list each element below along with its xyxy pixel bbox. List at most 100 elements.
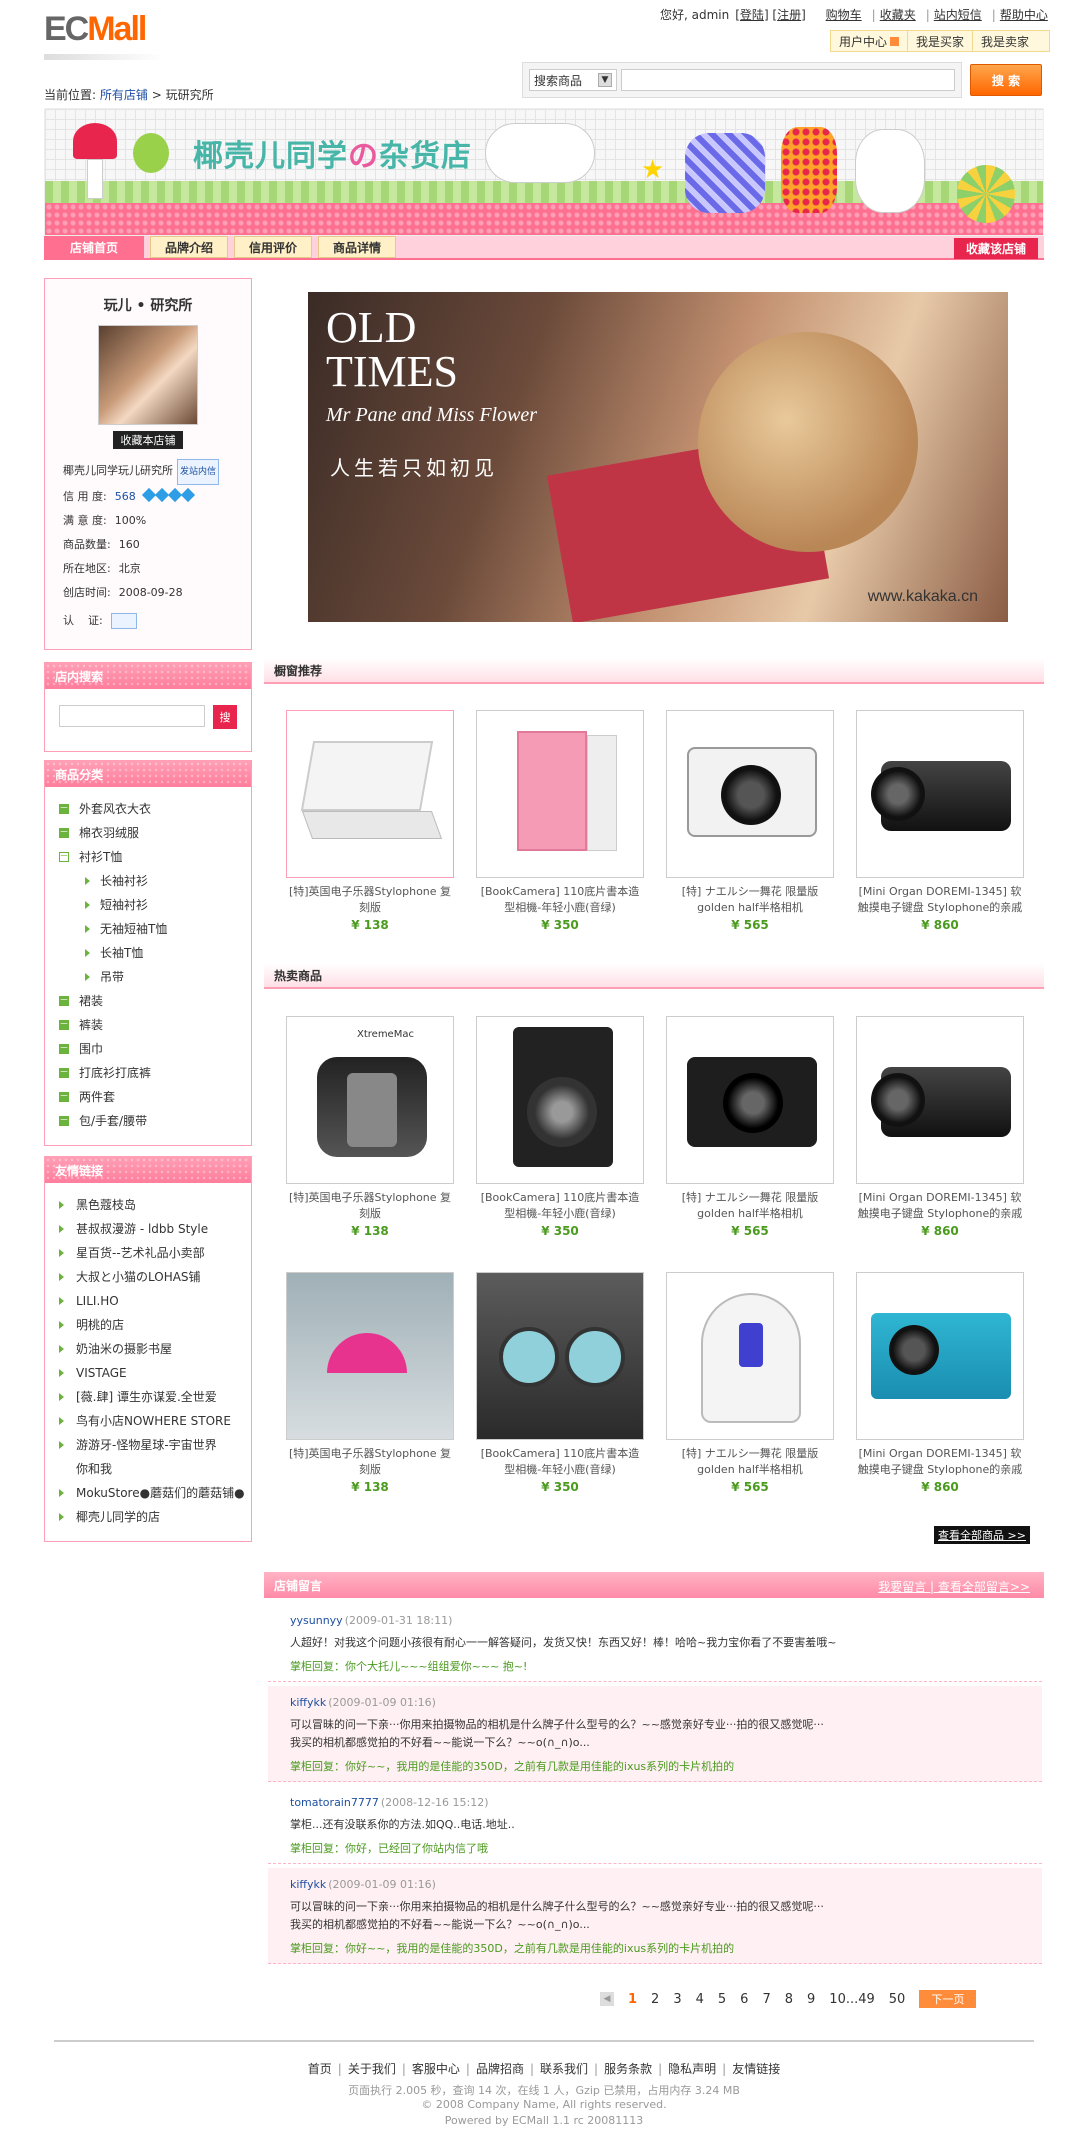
category-item[interactable]: －两件套 bbox=[45, 1085, 251, 1109]
product-image[interactable] bbox=[286, 1272, 454, 1440]
product-image[interactable]: XtremeMac bbox=[286, 1016, 454, 1184]
friend-link-item[interactable]: [薇.肆] 谭生亦谋爱.全世爱 bbox=[45, 1385, 251, 1409]
subcategory-item[interactable]: 短袖衬衫 bbox=[45, 893, 251, 917]
product-name[interactable]: [Mini Organ DOREMI-1345] 软触摸电子键盘 Styloph… bbox=[856, 884, 1024, 916]
friend-link-item[interactable]: 游游牙-怪物星球-宇宙世界 bbox=[45, 1433, 251, 1457]
page-link[interactable]: 7 bbox=[762, 1992, 770, 2007]
next-page-button[interactable]: 下一页 bbox=[919, 1990, 977, 2008]
tab-goods[interactable]: 商品详情 bbox=[318, 236, 397, 258]
footer-link[interactable]: 友情链接 bbox=[732, 2062, 780, 2076]
promo-slide[interactable]: OLD TIMES Mr Pane and Miss Flower 人生若只如初见… bbox=[308, 292, 1008, 622]
messages-link[interactable]: 站内短信 bbox=[934, 8, 982, 22]
friend-link-item[interactable]: LILI.HO bbox=[45, 1289, 251, 1313]
friend-link-item[interactable]: 椰壳儿同学的店 bbox=[45, 1505, 251, 1529]
product-card[interactable]: [特]英国电子乐器Stylophone 复刻版 ¥ 138 bbox=[286, 1272, 454, 1494]
page-link[interactable]: 3 bbox=[673, 1992, 681, 2007]
product-image[interactable] bbox=[476, 710, 644, 878]
product-image[interactable] bbox=[666, 710, 834, 878]
subcategory-item[interactable]: 长袖衬衫 bbox=[45, 869, 251, 893]
product-image[interactable] bbox=[286, 710, 454, 878]
product-image[interactable] bbox=[666, 1272, 834, 1440]
friend-link-item[interactable]: 星百货--艺术礼品小卖部 bbox=[45, 1241, 251, 1265]
friend-link-item[interactable]: 鸟有小店NOWHERE STORE bbox=[45, 1409, 251, 1433]
product-name[interactable]: [Mini Organ DOREMI-1345] 软触摸电子键盘 Styloph… bbox=[856, 1446, 1024, 1478]
product-card[interactable]: [特] ナエルシ一舞花 限量版 golden half半格相机 ¥ 565 bbox=[666, 1272, 834, 1494]
page-link[interactable]: 2 bbox=[651, 1992, 659, 2007]
page-link[interactable]: 5 bbox=[718, 1992, 726, 2007]
friend-link-item[interactable]: VISTAGE bbox=[45, 1361, 251, 1385]
product-name[interactable]: [特]英国电子乐器Stylophone 复刻版 bbox=[286, 1446, 454, 1478]
seller-link[interactable]: 我是卖家 bbox=[973, 31, 1037, 51]
friend-link-item[interactable]: 你和我 bbox=[45, 1457, 251, 1481]
message-user[interactable]: kiffykk bbox=[290, 1696, 326, 1709]
category-item[interactable]: －外套风衣大衣 bbox=[45, 797, 251, 821]
category-item[interactable]: －裤装 bbox=[45, 1013, 251, 1037]
footer-link[interactable]: 服务条款 bbox=[604, 2062, 652, 2076]
favorites-link[interactable]: 收藏夹 bbox=[880, 8, 916, 22]
product-name[interactable]: [Mini Organ DOREMI-1345] 软触摸电子键盘 Styloph… bbox=[856, 1190, 1024, 1222]
certification-icon[interactable] bbox=[110, 613, 137, 629]
category-item[interactable]: －裙装 bbox=[45, 989, 251, 1013]
subcategory-item[interactable]: 吊带 bbox=[45, 965, 251, 989]
product-image[interactable] bbox=[476, 1272, 644, 1440]
product-card[interactable]: [特] ナエルシ一舞花 限量版 golden half半格相机 ¥ 565 bbox=[666, 1016, 834, 1238]
product-card[interactable]: [Mini Organ DOREMI-1345] 软触摸电子键盘 Styloph… bbox=[856, 1016, 1024, 1238]
category-item[interactable]: －棉衣羽绒服 bbox=[45, 821, 251, 845]
product-name[interactable]: [BookCamera] 110底片書本造型相機-年轻小鹿(音绿) bbox=[476, 1190, 644, 1222]
footer-link[interactable]: 首页 bbox=[308, 2062, 332, 2076]
friend-link-item[interactable]: 奶油米の摄影书屋 bbox=[45, 1337, 251, 1361]
page-link[interactable]: 1 bbox=[628, 1992, 637, 2007]
product-card[interactable]: [BookCamera] 110底片書本造型相機-年轻小鹿(音绿) ¥ 350 bbox=[476, 710, 644, 932]
page-link[interactable]: 6 bbox=[740, 1992, 748, 2007]
subcategory-item[interactable]: 无袖短袖T恤 bbox=[45, 917, 251, 941]
breadcrumb-all-stores[interactable]: 所有店铺 bbox=[100, 88, 148, 102]
search-input[interactable] bbox=[621, 69, 955, 91]
view-all-products-link[interactable]: 查看全部商品 >> bbox=[934, 1526, 1030, 1544]
product-image[interactable] bbox=[856, 710, 1024, 878]
ecmall-logo[interactable]: ECMall bbox=[44, 10, 147, 49]
product-image[interactable] bbox=[856, 1016, 1024, 1184]
friend-link-item[interactable]: MokuStore●蘑菇们的蘑菇铺● bbox=[45, 1481, 251, 1505]
favorite-shop-button[interactable]: 收藏本店铺 bbox=[113, 431, 183, 449]
favorite-store-button[interactable]: 收藏该店铺 bbox=[953, 238, 1038, 259]
product-card[interactable]: XtremeMac [特]英国电子乐器Stylophone 复刻版 ¥ 138 bbox=[286, 1016, 454, 1238]
page-link[interactable]: 50 bbox=[889, 1992, 906, 2007]
product-name[interactable]: [BookCamera] 110底片書本造型相機-年轻小鹿(音绿) bbox=[476, 1446, 644, 1478]
product-card[interactable]: [BookCamera] 110底片書本造型相機-年轻小鹿(音绿) ¥ 350 bbox=[476, 1016, 644, 1238]
subcategory-item[interactable]: 长袖T恤 bbox=[45, 941, 251, 965]
prev-page-icon[interactable]: ◀ bbox=[600, 1992, 614, 2006]
category-item[interactable]: －打底衫打底裤 bbox=[45, 1061, 251, 1085]
product-card[interactable]: [Mini Organ DOREMI-1345] 软触摸电子键盘 Styloph… bbox=[856, 1272, 1024, 1494]
footer-link[interactable]: 隐私声明 bbox=[668, 2062, 716, 2076]
product-name[interactable]: [特] ナエルシ一舞花 限量版 golden half半格相机 bbox=[666, 884, 834, 916]
product-image[interactable] bbox=[856, 1272, 1024, 1440]
product-name[interactable]: [特] ナエルシ一舞花 限量版 golden half半格相机 bbox=[666, 1446, 834, 1478]
instore-search-button[interactable]: 搜 bbox=[213, 705, 237, 729]
product-name[interactable]: [特]英国电子乐器Stylophone 复刻版 bbox=[286, 1190, 454, 1222]
tab-brand[interactable]: 品牌介绍 bbox=[150, 236, 229, 258]
friend-link-item[interactable]: 大叔と小猫のLOHAS铺 bbox=[45, 1265, 251, 1289]
product-card[interactable]: [Mini Organ DOREMI-1345] 软触摸电子键盘 Styloph… bbox=[856, 710, 1024, 932]
help-link[interactable]: 帮助中心 bbox=[1000, 8, 1048, 22]
message-user[interactable]: yysunnyy bbox=[290, 1614, 343, 1627]
footer-link[interactable]: 关于我们 bbox=[348, 2062, 396, 2076]
message-user[interactable]: tomatorain7777 bbox=[290, 1796, 379, 1809]
product-image[interactable] bbox=[476, 1016, 644, 1184]
search-button[interactable]: 搜 索 bbox=[970, 64, 1042, 96]
logout-link[interactable]: 登陆 bbox=[740, 8, 764, 22]
credit-value[interactable]: 568 bbox=[115, 490, 136, 503]
message-user[interactable]: kiffykk bbox=[290, 1878, 326, 1891]
friend-link-item[interactable]: 明桃的店 bbox=[45, 1313, 251, 1337]
instore-search-input[interactable] bbox=[59, 705, 205, 727]
product-card[interactable]: [特] ナエルシ一舞花 限量版 golden half半格相机 ¥ 565 bbox=[666, 710, 834, 932]
page-link[interactable]: 8 bbox=[785, 1992, 793, 2007]
product-card[interactable]: [特]英国电子乐器Stylophone 复刻版 ¥ 138 bbox=[286, 710, 454, 932]
cart-link[interactable]: 购物车 bbox=[826, 8, 862, 22]
category-item[interactable]: －围巾 bbox=[45, 1037, 251, 1061]
user-center-link[interactable]: 用户中心 bbox=[831, 31, 909, 51]
friend-link-item[interactable]: 甚叔叔漫游 - ldbb Style bbox=[45, 1217, 251, 1241]
search-type-select[interactable]: 搜索商品 ▼ bbox=[529, 69, 617, 91]
footer-link[interactable]: 联系我们 bbox=[540, 2062, 588, 2076]
page-link[interactable]: 10...49 bbox=[829, 1992, 874, 2007]
product-name[interactable]: [BookCamera] 110底片書本造型相機-年轻小鹿(音绿) bbox=[476, 884, 644, 916]
